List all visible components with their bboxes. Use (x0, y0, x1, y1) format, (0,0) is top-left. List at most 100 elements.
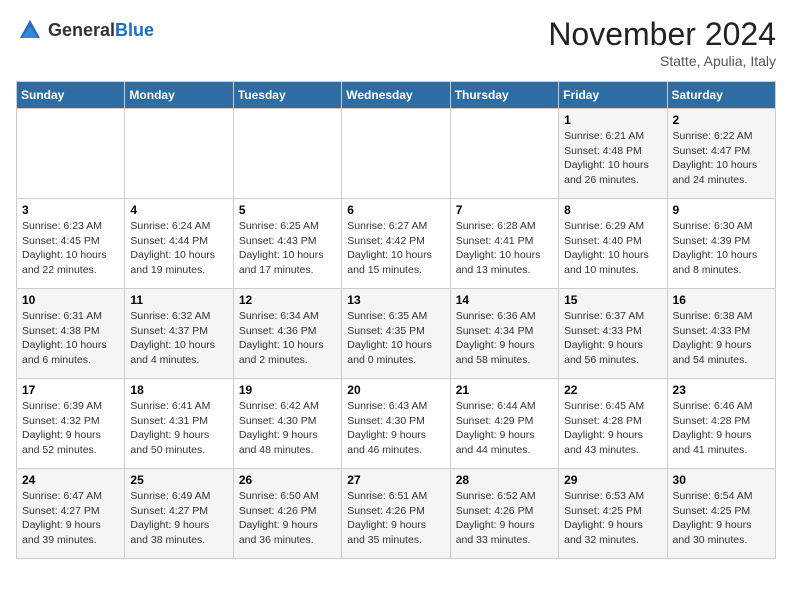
calendar-cell: 15 Sunrise: 6:37 AM Sunset: 4:33 PM Dayli… (559, 289, 667, 379)
calendar-cell: 2 Sunrise: 6:22 AM Sunset: 4:47 PM Daylig… (667, 109, 775, 199)
day-number: 22 (564, 383, 661, 397)
calendar-cell: 29 Sunrise: 6:53 AM Sunset: 4:25 PM Dayli… (559, 469, 667, 559)
calendar-cell: 3Sunrise: 6:23 AM Sunset: 4:45 PM Daylig… (17, 199, 125, 289)
calendar-cell: 8Sunrise: 6:29 AM Sunset: 4:40 PM Daylig… (559, 199, 667, 289)
calendar-cell: 20Sunrise: 6:43 AM Sunset: 4:30 PM Dayli… (342, 379, 450, 469)
weekday-header-tuesday: Tuesday (233, 82, 341, 109)
day-info: Sunrise: 6:42 AM Sunset: 4:30 PM Dayligh… (239, 399, 336, 458)
day-info: Sunrise: 6:28 AM Sunset: 4:41 PM Dayligh… (456, 219, 553, 278)
calendar-cell (125, 109, 233, 199)
day-info: Sunrise: 6:38 AM Sunset: 4:33 PM Dayligh… (673, 309, 770, 368)
day-number: 21 (456, 383, 553, 397)
day-number: 2 (673, 113, 770, 127)
logo-text-general: General (48, 20, 115, 40)
week-row-4: 17 Sunrise: 6:39 AM Sunset: 4:32 PM Dayli… (17, 379, 776, 469)
day-info: Sunrise: 6:30 AM Sunset: 4:39 PM Dayligh… (673, 219, 770, 278)
day-info: Sunrise: 6:39 AM Sunset: 4:32 PM Dayligh… (22, 399, 119, 458)
weekday-header-wednesday: Wednesday (342, 82, 450, 109)
day-info: Sunrise: 6:45 AM Sunset: 4:28 PM Dayligh… (564, 399, 661, 458)
day-info: Sunrise: 6:32 AM Sunset: 4:37 PM Dayligh… (130, 309, 227, 368)
day-number: 20 (347, 383, 444, 397)
day-number: 24 (22, 473, 119, 487)
day-info: Sunrise: 6:54 AM Sunset: 4:25 PM Dayligh… (673, 489, 770, 548)
day-number: 12 (239, 293, 336, 307)
calendar-cell: 25 Sunrise: 6:49 AM Sunset: 4:27 PM Dayli… (125, 469, 233, 559)
day-info: Sunrise: 6:46 AM Sunset: 4:28 PM Dayligh… (673, 399, 770, 458)
calendar-cell: 27 Sunrise: 6:51 AM Sunset: 4:26 PM Dayli… (342, 469, 450, 559)
calendar-cell: 10Sunrise: 6:31 AM Sunset: 4:38 PM Dayli… (17, 289, 125, 379)
day-info: Sunrise: 6:22 AM Sunset: 4:47 PM Dayligh… (673, 129, 770, 188)
calendar-cell: 21 Sunrise: 6:44 AM Sunset: 4:29 PM Dayli… (450, 379, 558, 469)
calendar-cell: 26Sunrise: 6:50 AM Sunset: 4:26 PM Dayli… (233, 469, 341, 559)
calendar-cell (342, 109, 450, 199)
calendar-cell (17, 109, 125, 199)
logo: GeneralBlue (16, 16, 154, 44)
calendar-cell: 30 Sunrise: 6:54 AM Sunset: 4:25 PM Dayli… (667, 469, 775, 559)
calendar-cell: 28 Sunrise: 6:52 AM Sunset: 4:26 PM Dayli… (450, 469, 558, 559)
day-number: 16 (673, 293, 770, 307)
calendar-cell: 6Sunrise: 6:27 AM Sunset: 4:42 PM Daylig… (342, 199, 450, 289)
page-header: GeneralBlue November 2024 Statte, Apulia… (16, 16, 776, 69)
day-info: Sunrise: 6:25 AM Sunset: 4:43 PM Dayligh… (239, 219, 336, 278)
day-info: Sunrise: 6:31 AM Sunset: 4:38 PM Dayligh… (22, 309, 119, 368)
day-number: 25 (130, 473, 227, 487)
calendar-cell: 14 Sunrise: 6:36 AM Sunset: 4:34 PM Dayli… (450, 289, 558, 379)
day-number: 4 (130, 203, 227, 217)
weekday-header-monday: Monday (125, 82, 233, 109)
day-info: Sunrise: 6:51 AM Sunset: 4:26 PM Dayligh… (347, 489, 444, 548)
day-number: 3 (22, 203, 119, 217)
day-number: 28 (456, 473, 553, 487)
week-row-5: 24 Sunrise: 6:47 AM Sunset: 4:27 PM Dayli… (17, 469, 776, 559)
day-number: 14 (456, 293, 553, 307)
calendar-cell: 5 Sunrise: 6:25 AM Sunset: 4:43 PM Daylig… (233, 199, 341, 289)
day-info: Sunrise: 6:52 AM Sunset: 4:26 PM Dayligh… (456, 489, 553, 548)
day-number: 7 (456, 203, 553, 217)
day-info: Sunrise: 6:34 AM Sunset: 4:36 PM Dayligh… (239, 309, 336, 368)
calendar-cell (450, 109, 558, 199)
day-info: Sunrise: 6:44 AM Sunset: 4:29 PM Dayligh… (456, 399, 553, 458)
day-number: 29 (564, 473, 661, 487)
calendar-cell: 22 Sunrise: 6:45 AM Sunset: 4:28 PM Dayli… (559, 379, 667, 469)
weekday-header-saturday: Saturday (667, 82, 775, 109)
day-number: 8 (564, 203, 661, 217)
day-info: Sunrise: 6:53 AM Sunset: 4:25 PM Dayligh… (564, 489, 661, 548)
day-number: 19 (239, 383, 336, 397)
week-row-3: 10Sunrise: 6:31 AM Sunset: 4:38 PM Dayli… (17, 289, 776, 379)
day-number: 27 (347, 473, 444, 487)
calendar-cell (233, 109, 341, 199)
calendar-cell: 9 Sunrise: 6:30 AM Sunset: 4:39 PM Daylig… (667, 199, 775, 289)
calendar-cell: 16 Sunrise: 6:38 AM Sunset: 4:33 PM Dayli… (667, 289, 775, 379)
day-number: 11 (130, 293, 227, 307)
calendar-title: November 2024 (548, 16, 776, 53)
calendar-cell: 24 Sunrise: 6:47 AM Sunset: 4:27 PM Dayli… (17, 469, 125, 559)
title-block: November 2024 Statte, Apulia, Italy (548, 16, 776, 69)
logo-icon (16, 16, 44, 44)
calendar-subtitle: Statte, Apulia, Italy (548, 53, 776, 69)
calendar-cell: 1Sunrise: 6:21 AM Sunset: 4:48 PM Daylig… (559, 109, 667, 199)
day-number: 30 (673, 473, 770, 487)
day-number: 18 (130, 383, 227, 397)
day-number: 23 (673, 383, 770, 397)
day-number: 15 (564, 293, 661, 307)
calendar-cell: 23 Sunrise: 6:46 AM Sunset: 4:28 PM Dayli… (667, 379, 775, 469)
day-info: Sunrise: 6:36 AM Sunset: 4:34 PM Dayligh… (456, 309, 553, 368)
day-info: Sunrise: 6:49 AM Sunset: 4:27 PM Dayligh… (130, 489, 227, 548)
day-number: 17 (22, 383, 119, 397)
calendar-cell: 17 Sunrise: 6:39 AM Sunset: 4:32 PM Dayli… (17, 379, 125, 469)
week-row-1: 1Sunrise: 6:21 AM Sunset: 4:48 PM Daylig… (17, 109, 776, 199)
day-info: Sunrise: 6:24 AM Sunset: 4:44 PM Dayligh… (130, 219, 227, 278)
day-number: 13 (347, 293, 444, 307)
day-info: Sunrise: 6:41 AM Sunset: 4:31 PM Dayligh… (130, 399, 227, 458)
day-number: 26 (239, 473, 336, 487)
day-info: Sunrise: 6:37 AM Sunset: 4:33 PM Dayligh… (564, 309, 661, 368)
calendar-table: SundayMondayTuesdayWednesdayThursdayFrid… (16, 81, 776, 559)
calendar-cell: 13 Sunrise: 6:35 AM Sunset: 4:35 PM Dayli… (342, 289, 450, 379)
weekday-header-sunday: Sunday (17, 82, 125, 109)
day-info: Sunrise: 6:47 AM Sunset: 4:27 PM Dayligh… (22, 489, 119, 548)
calendar-cell: 12 Sunrise: 6:34 AM Sunset: 4:36 PM Dayli… (233, 289, 341, 379)
day-number: 6 (347, 203, 444, 217)
calendar-cell: 11 Sunrise: 6:32 AM Sunset: 4:37 PM Dayli… (125, 289, 233, 379)
day-info: Sunrise: 6:35 AM Sunset: 4:35 PM Dayligh… (347, 309, 444, 368)
day-number: 5 (239, 203, 336, 217)
day-number: 9 (673, 203, 770, 217)
